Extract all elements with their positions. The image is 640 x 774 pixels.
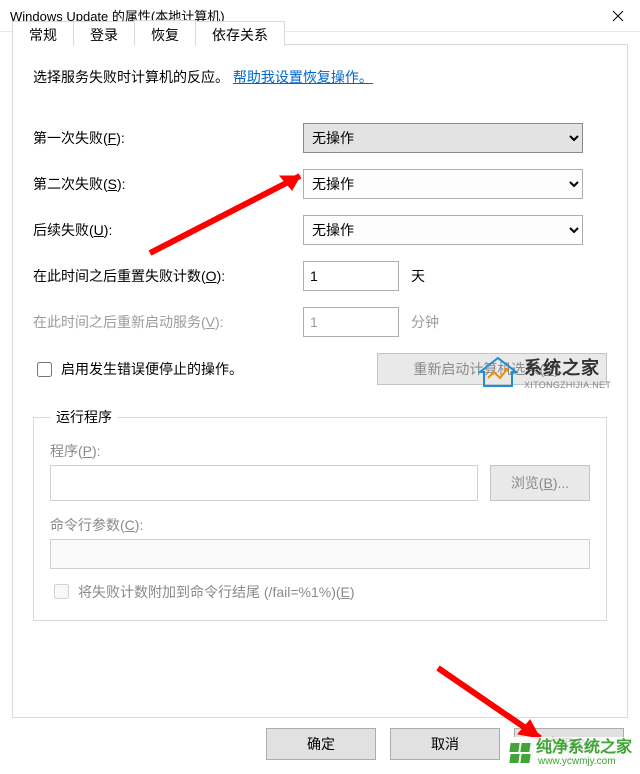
- tab-general[interactable]: 常规: [12, 21, 74, 46]
- input-program-path: [50, 465, 478, 501]
- close-button[interactable]: [595, 0, 640, 32]
- row-restart-after: 在此时间之后重新启动服务(V): 分钟: [33, 307, 607, 337]
- dialog-button-row: 确定 取消 应用(A): [266, 728, 624, 760]
- label-second-failure: 第二次失败(S):: [33, 174, 303, 194]
- row-first-failure: 第一次失败(F): 无操作: [33, 123, 607, 153]
- intro-text: 选择服务失败时计算机的反应。 帮助我设置恢复操作。: [33, 67, 607, 87]
- restart-computer-options-button: 重新启动计算机选项(R)...: [377, 353, 607, 385]
- label-first-failure: 第一次失败(F):: [33, 128, 303, 148]
- tab-recovery[interactable]: 恢复: [134, 20, 196, 45]
- checkbox-enable-stop-wrap[interactable]: 启用发生错误便停止的操作。: [33, 359, 243, 380]
- label-reset-count: 在此时间之后重置失败计数(O):: [33, 266, 303, 286]
- label-restart-after: 在此时间之后重新启动服务(V):: [33, 312, 303, 332]
- unit-days: 天: [411, 266, 425, 286]
- row-subsequent-failures: 后续失败(U): 无操作: [33, 215, 607, 245]
- row-second-failure: 第二次失败(S): 无操作: [33, 169, 607, 199]
- combo-subsequent-failures[interactable]: 无操作: [303, 215, 583, 245]
- tab-dependencies[interactable]: 依存关系: [195, 21, 285, 46]
- checkbox-append-fail-wrap: 将失败计数附加到命令行结尾 (/fail=%1%)(E): [50, 581, 590, 602]
- input-reset-days[interactable]: [303, 261, 399, 291]
- ok-button[interactable]: 确定: [266, 728, 376, 760]
- group-legend: 运行程序: [50, 407, 118, 427]
- tab-logon[interactable]: 登录: [73, 21, 135, 46]
- apply-button[interactable]: 应用(A): [514, 728, 624, 760]
- checkbox-enable-stop[interactable]: [37, 362, 52, 377]
- tab-strip: 常规 登录 恢复 依存关系: [12, 21, 284, 46]
- checkbox-append-fail-label: 将失败计数附加到命令行结尾 (/fail=%1%)(E): [78, 582, 355, 602]
- row-reset-count: 在此时间之后重置失败计数(O): 天: [33, 261, 607, 291]
- checkbox-enable-stop-label: 启用发生错误便停止的操作。: [61, 359, 243, 379]
- combo-first-failure[interactable]: 无操作: [303, 123, 583, 153]
- label-cmdline: 命令行参数(C):: [50, 515, 590, 535]
- combo-second-failure[interactable]: 无操作: [303, 169, 583, 199]
- tab-panel: 常规 登录 恢复 依存关系 选择服务失败时计算机的反应。 帮助我设置恢复操作。 …: [12, 44, 628, 718]
- group-run-program: 运行程序 程序(P): 浏览(B)... 命令行参数(C):: [33, 407, 607, 621]
- cancel-button[interactable]: 取消: [390, 728, 500, 760]
- recovery-panel: 选择服务失败时计算机的反应。 帮助我设置恢复操作。 第一次失败(F): 无操作 …: [13, 45, 627, 639]
- intro-sentence: 选择服务失败时计算机的反应。: [33, 69, 229, 85]
- unit-minutes: 分钟: [411, 312, 439, 332]
- help-link[interactable]: 帮助我设置恢复操作。: [233, 69, 373, 85]
- input-cmdline: [50, 539, 590, 569]
- browse-button: 浏览(B)...: [490, 465, 590, 501]
- input-restart-minutes: [303, 307, 399, 337]
- close-icon: [612, 10, 624, 22]
- label-subsequent-failures: 后续失败(U):: [33, 220, 303, 240]
- checkbox-append-fail: [54, 584, 69, 599]
- label-program: 程序(P):: [50, 441, 590, 461]
- row-enable-stop: 启用发生错误便停止的操作。 重新启动计算机选项(R)...: [33, 353, 607, 385]
